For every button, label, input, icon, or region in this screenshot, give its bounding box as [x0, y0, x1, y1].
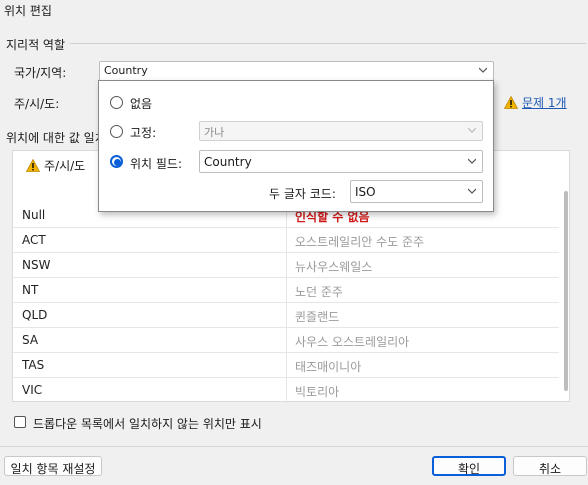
table-row[interactable]: NSW 뉴사우스웨일스 [13, 253, 559, 278]
row-match[interactable]: 빅토리아 [295, 383, 339, 400]
group-divider [70, 43, 586, 44]
window-title: 위치 편집 [4, 4, 52, 18]
footer-divider [0, 446, 588, 447]
fixed-country-value: 가나 [204, 126, 225, 139]
table-row[interactable]: QLD 퀸즐랜드 [13, 303, 559, 328]
row-match[interactable]: 오스트레일리안 수도 준주 [295, 233, 424, 250]
geo-role-group-title: 지리적 역할 [6, 38, 66, 52]
chevron-down-icon [468, 127, 476, 133]
row-value: NSW [22, 258, 51, 272]
warning-icon [504, 96, 518, 109]
two-letter-code-value: ISO [355, 185, 376, 199]
radio-fixed[interactable] [110, 125, 123, 138]
row-value: VIC [22, 383, 43, 397]
chevron-down-icon [468, 188, 476, 194]
row-match[interactable]: 태즈매이니아 [295, 358, 361, 375]
radio-fixed-label: 고정: [130, 126, 157, 140]
table-row[interactable]: SA 사우스 오스트레일리아 [13, 328, 559, 353]
country-source-popup: 없음 고정: 가나 위치 필드: Country 두 글자 코드: ISO [98, 80, 494, 212]
table-row[interactable]: ACT 오스트레일리안 수도 준주 [13, 228, 559, 253]
row-value: ACT [22, 233, 46, 247]
warning-icon [26, 159, 40, 172]
cancel-button[interactable]: 취소 [513, 456, 587, 476]
location-field-dropdown[interactable]: Country [199, 150, 483, 173]
row-match[interactable]: 사우스 오스트레일리아 [295, 333, 409, 350]
column-header-label: 주/시/도 [44, 159, 86, 173]
table-scrollbar[interactable] [564, 191, 568, 391]
country-dropdown[interactable]: Country [99, 61, 494, 81]
country-label: 국가/지역: [14, 66, 67, 80]
row-value: TAS [22, 358, 45, 372]
column-header-state[interactable]: 주/시/도 [26, 157, 85, 174]
fixed-country-dropdown: 가나 [199, 121, 483, 141]
two-letter-code-dropdown[interactable]: ISO [350, 180, 483, 203]
row-match[interactable]: 뉴사우스웨일스 [295, 258, 372, 275]
radio-none-label: 없음 [130, 97, 153, 111]
chevron-down-icon [468, 158, 476, 164]
row-value: SA [22, 333, 39, 347]
location-field-value: Country [204, 155, 252, 169]
table-row[interactable]: TAS 태즈매이니아 [13, 353, 559, 378]
ok-button[interactable]: 확인 [432, 456, 506, 476]
matching-section-title: 위치에 대한 값 일치 [6, 131, 106, 145]
radio-location-field-label: 위치 필드: [130, 157, 183, 171]
issue-link[interactable]: 문제 1개 [522, 94, 567, 111]
row-value: NT [22, 283, 39, 297]
radio-location-field[interactable] [110, 155, 123, 168]
state-label: 주/시/도: [14, 97, 60, 111]
chevron-down-icon [479, 67, 487, 73]
row-match[interactable]: 퀸즐랜드 [295, 308, 339, 325]
row-value: Null [22, 208, 46, 222]
reset-matches-button[interactable]: 일치 항목 재설정 [4, 456, 102, 476]
table-row[interactable]: VIC 빅토리아 [13, 378, 559, 403]
unmatched-only-label: 드롭다운 목록에서 일치하지 않는 위치만 표시 [33, 417, 262, 431]
table-row[interactable]: NT 노던 준주 [13, 278, 559, 303]
two-letter-code-label: 두 글자 코드: [269, 187, 336, 201]
radio-none[interactable] [110, 96, 123, 109]
row-value: QLD [22, 308, 48, 322]
row-match[interactable]: 노던 준주 [295, 283, 343, 300]
country-dropdown-value: Country [104, 64, 148, 77]
unmatched-only-checkbox[interactable] [14, 416, 26, 428]
issue-indicator[interactable]: 문제 1개 [504, 94, 567, 111]
